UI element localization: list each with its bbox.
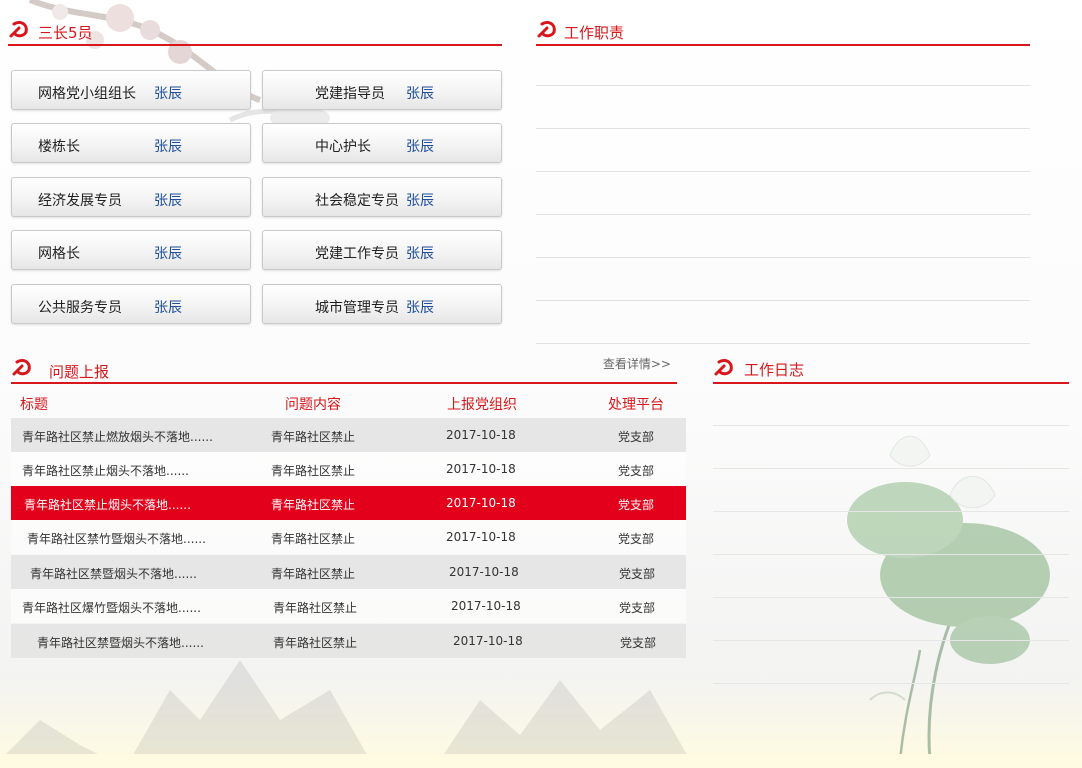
leader-role: 党建指导员 [315,86,385,102]
leader-card[interactable]: 公共服务专员 张辰 [11,284,251,324]
leaders-section-title: 三长5员 [38,24,93,42]
duties-section-title: 工作职责 [564,24,625,42]
issue-platform: 党支部 [618,430,655,444]
column-header-platform: 处理平台 [608,397,664,413]
issue-date: 2017-10-18 [453,634,523,648]
duty-list-divider [536,214,1030,215]
leader-role: 中心护长 [315,139,371,155]
issue-date: 2017-10-18 [446,496,516,510]
leader-role: 公共服务专员 [38,300,122,316]
leader-role: 楼栋长 [38,139,80,155]
duty-list-divider [536,343,1030,344]
issue-row[interactable]: 青年路社区禁竹暨烟头不落地...... 青年路社区禁止 2017-10-18 党… [11,520,686,554]
issue-date: 2017-10-18 [446,530,516,544]
leader-card[interactable]: 楼栋长 张辰 [11,123,251,163]
issue-title[interactable]: 青年路社区禁竹暨烟头不落地...... [27,530,206,547]
leader-card[interactable]: 社会稳定专员 张辰 [262,177,502,217]
issue-date: 2017-10-18 [451,599,521,613]
worklog-section-title: 工作日志 [744,361,805,379]
leader-name[interactable]: 张辰 [154,136,182,156]
issue-content: 青年路社区禁止 [271,498,356,512]
view-details-link[interactable]: 查看详情>> [603,355,671,372]
issue-content: 青年路社区禁止 [271,567,356,581]
issue-content: 青年路社区禁止 [273,601,358,615]
issue-row[interactable]: 青年路社区禁止燃放烟头不落地...... 青年路社区禁止 2017-10-18 … [11,418,686,452]
issue-title[interactable]: 青年路社区禁暨烟头不落地...... [37,634,204,651]
leader-card[interactable]: 网格长 张辰 [11,230,251,270]
issue-platform: 党支部 [618,532,655,546]
worklog-list-divider [713,597,1069,598]
duty-list-divider [536,171,1030,172]
leader-name[interactable]: 张辰 [406,136,434,156]
issue-row[interactable]: 青年路社区禁暨烟头不落地...... 青年路社区禁止 2017-10-18 党支… [11,624,686,658]
leader-name[interactable]: 张辰 [406,83,434,103]
leader-role: 党建工作专员 [315,246,399,262]
issues-section-title: 问题上报 [49,363,110,381]
issue-row[interactable]: 青年路社区禁暨烟头不落地...... 青年路社区禁止 2017-10-18 党支… [11,555,686,589]
leader-role: 城市管理专员 [315,300,399,316]
issue-platform: 党支部 [619,601,656,615]
worklog-list-divider [713,468,1069,469]
issues-section-header: 问题上报 查看详情>> [11,352,677,384]
footer-strip [0,754,1082,768]
duties-section-header: 工作职责 [536,14,1030,46]
column-header-organization: 上报党组织 [447,397,517,413]
leader-card[interactable]: 中心护长 张辰 [262,123,502,163]
leader-role: 经济发展专员 [38,193,122,209]
issue-title[interactable]: 青年路社区禁止烟头不落地...... [24,496,191,513]
issue-date: 2017-10-18 [446,428,516,442]
issue-platform: 党支部 [618,464,655,478]
worklog-list-divider [713,640,1069,641]
leader-card[interactable]: 经济发展专员 张辰 [11,177,251,217]
issue-platform: 党支部 [620,636,657,650]
worklog-list-divider [713,554,1069,555]
worklog-list-divider [713,425,1069,426]
issue-platform: 党支部 [619,567,656,581]
column-header-title: 标题 [20,397,48,413]
issue-content: 青年路社区禁止 [271,532,356,546]
worklog-section-header: 工作日志 [713,352,1069,384]
leader-name[interactable]: 张辰 [154,190,182,210]
leader-name[interactable]: 张辰 [406,243,434,263]
leader-card[interactable]: 网格党小组组长 张辰 [11,70,251,110]
column-header-content: 问题内容 [285,397,341,413]
issue-content: 青年路社区禁止 [273,636,358,650]
issue-date: 2017-10-18 [446,462,516,476]
issue-row[interactable]: 青年路社区爆竹暨烟头不落地...... 青年路社区禁止 2017-10-18 党… [11,589,686,623]
party-emblem-icon [12,358,31,376]
party-emblem-icon [714,358,733,376]
issue-platform: 党支部 [618,498,655,512]
duty-list-divider [536,300,1030,301]
issue-title[interactable]: 青年路社区爆竹暨烟头不落地...... [22,599,201,616]
leader-card[interactable]: 党建工作专员 张辰 [262,230,502,270]
party-emblem-icon [9,20,28,38]
worklog-list-divider [713,683,1069,684]
leader-name[interactable]: 张辰 [154,83,182,103]
leaders-section-header: 三长5员 [8,14,502,46]
duty-list-divider [536,128,1030,129]
issue-content: 青年路社区禁止 [271,464,356,478]
leader-name[interactable]: 张辰 [154,243,182,263]
leader-name[interactable]: 张辰 [406,190,434,210]
issue-title[interactable]: 青年路社区禁止燃放烟头不落地...... [22,428,213,445]
issue-title[interactable]: 青年路社区禁止烟头不落地...... [22,462,189,479]
leader-card[interactable]: 城市管理专员 张辰 [262,284,502,324]
issue-date: 2017-10-18 [449,565,519,579]
leader-role: 网格党小组组长 [38,86,136,102]
issue-row[interactable]: 青年路社区禁止烟头不落地...... 青年路社区禁止 2017-10-18 党支… [11,452,686,486]
party-emblem-icon [537,20,556,38]
leader-role: 网格长 [38,246,80,262]
leader-name[interactable]: 张辰 [406,297,434,317]
leader-name[interactable]: 张辰 [154,297,182,317]
issue-title[interactable]: 青年路社区禁暨烟头不落地...... [30,565,197,582]
leader-card[interactable]: 党建指导员 张辰 [262,70,502,110]
duty-list-divider [536,85,1030,86]
duty-list-divider [536,257,1030,258]
issue-content: 青年路社区禁止 [271,430,356,444]
leader-role: 社会稳定专员 [315,193,399,209]
issue-row-selected[interactable]: 青年路社区禁止烟头不落地...... 青年路社区禁止 2017-10-18 党支… [11,486,686,520]
worklog-list-divider [713,511,1069,512]
